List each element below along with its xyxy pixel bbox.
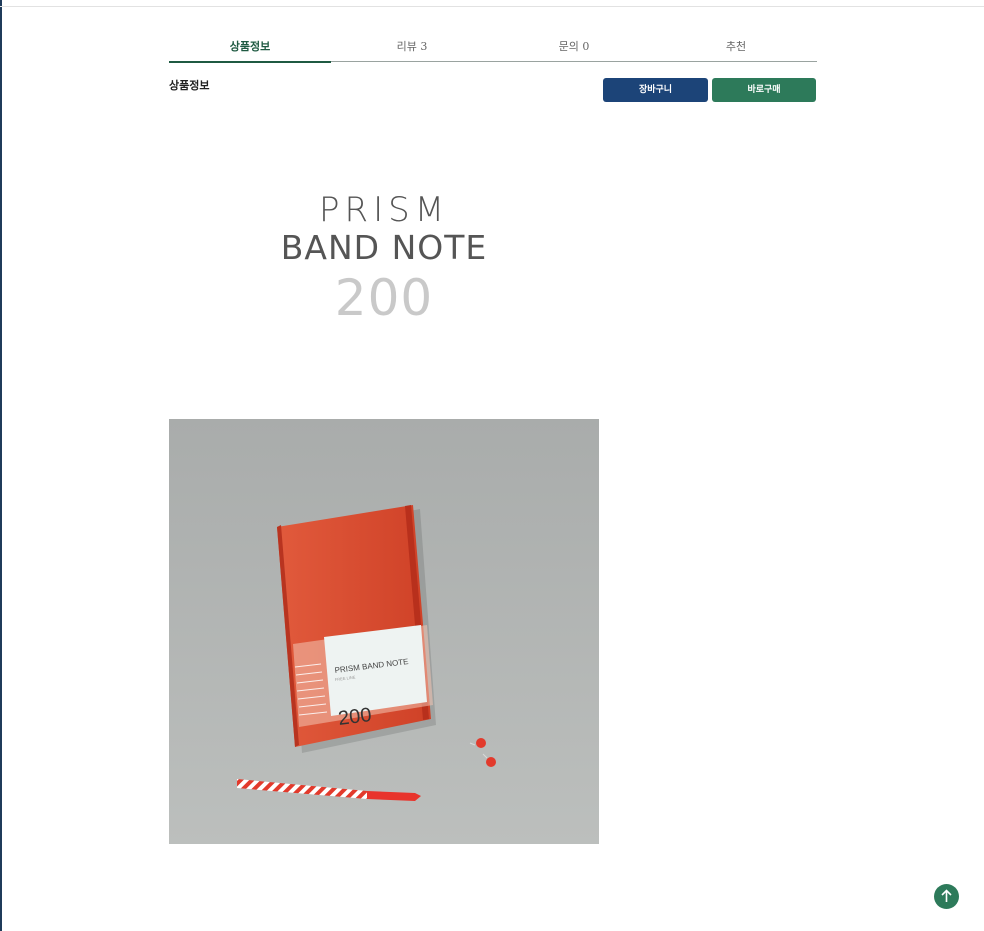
tab-recommend[interactable]: 추천 bbox=[655, 37, 817, 61]
scroll-to-top-button[interactable] bbox=[934, 884, 959, 909]
top-divider bbox=[0, 6, 984, 7]
hero-number: 200 bbox=[334, 269, 434, 327]
notebook-label-number: 200 bbox=[337, 704, 373, 730]
add-to-cart-button[interactable]: 장바구니 bbox=[603, 78, 708, 102]
arrow-up-icon bbox=[941, 889, 952, 902]
section-title: 상품정보 bbox=[169, 79, 210, 92]
buy-now-button[interactable]: 바로구매 bbox=[712, 78, 816, 102]
notebook: PRISM BAND NOTE FREE LINE 200 bbox=[277, 505, 436, 753]
product-photo: PRISM BAND NOTE FREE LINE 200 bbox=[169, 419, 599, 844]
left-border bbox=[0, 0, 2, 931]
hero-line-prism: PRISM bbox=[318, 190, 450, 230]
tab-inquiries[interactable]: 문의 0 bbox=[493, 37, 655, 61]
product-hero-title: PRISM BAND NOTE 200 bbox=[169, 190, 599, 330]
hero-line-band-note: BAND NOTE bbox=[280, 228, 488, 267]
tab-reviews[interactable]: 리뷰 3 bbox=[331, 37, 493, 61]
tab-product-info[interactable]: 상품정보 bbox=[169, 37, 331, 63]
product-tabs: 상품정보 리뷰 3 문의 0 추천 bbox=[169, 37, 817, 63]
